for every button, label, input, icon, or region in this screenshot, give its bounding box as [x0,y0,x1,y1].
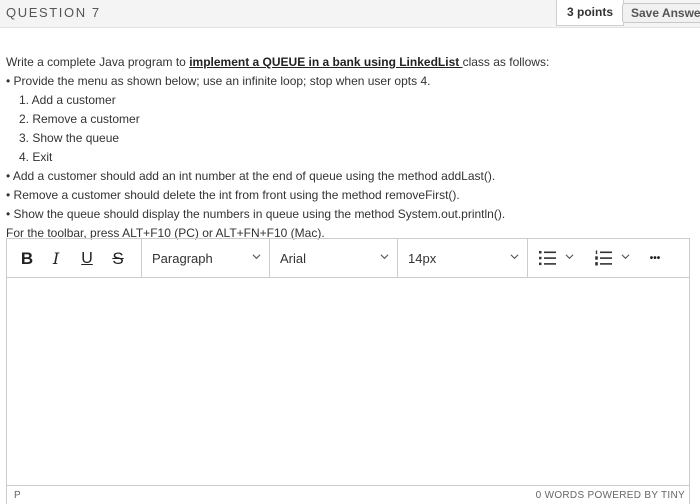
numbered-list-icon [595,250,612,266]
editor-toolbar: B I U S Paragraph Arial 14px ••• [7,239,689,278]
prompt-bullet-remove: • Remove a customer should delete the in… [6,188,460,202]
menu-item-remove: 2. Remove a customer [19,112,140,126]
font-size-value: 14px [408,251,437,266]
question-prompt: Write a complete Java program to impleme… [6,54,696,244]
word-count: 0 WORDS POWERED BY TINY [535,490,685,501]
menu-item-exit: 4. Exit [19,150,53,164]
question-title: QUESTION 7 [6,5,101,20]
rich-text-editor: B I U S Paragraph Arial 14px ••• P 0 WOR… [6,238,690,504]
menu-item-show: 3. Show the queue [19,131,120,145]
bulleted-list-button[interactable] [535,239,579,277]
font-family-value: Arial [280,251,307,266]
block-format-dropdown[interactable]: Paragraph [142,239,269,277]
points-badge: 3 points [556,0,625,26]
strikethrough-button[interactable]: S [108,247,128,271]
toolbar-separator [527,239,528,277]
chevron-down-icon [252,254,261,260]
chevron-down-icon [621,254,630,260]
underline-button[interactable]: U [78,247,96,271]
editor-statusbar: P 0 WORDS POWERED BY TINY [7,485,689,504]
prompt-emphasis: implement a QUEUE in a bank using Linked… [189,55,463,69]
italic-button[interactable]: I [47,247,65,271]
block-format-value: Paragraph [152,251,213,266]
prompt-bullet-menu: • Provide the menu as shown below; use a… [6,74,431,88]
editor-content-area[interactable] [7,278,689,485]
prompt-intro: Write a complete Java program to impleme… [6,55,550,69]
font-size-dropdown[interactable]: 14px [398,239,527,277]
more-button[interactable]: ••• [643,247,667,271]
prompt-bullet-add: • Add a customer should add an int numbe… [6,169,496,183]
question-header: QUESTION 7 3 points Save Answer [0,0,700,28]
prompt-bullet-show: • Show the queue should display the numb… [6,207,506,221]
menu-item-add: 1. Add a customer [19,93,116,107]
bold-button[interactable]: B [17,247,37,271]
chevron-down-icon [565,254,574,260]
bulleted-list-icon [539,251,556,266]
chevron-down-icon [380,254,389,260]
numbered-list-button[interactable] [591,239,635,277]
element-path[interactable]: P [14,490,21,501]
save-answer-button[interactable]: Save Answer [622,3,700,23]
font-family-dropdown[interactable]: Arial [270,239,397,277]
chevron-down-icon [510,254,519,260]
